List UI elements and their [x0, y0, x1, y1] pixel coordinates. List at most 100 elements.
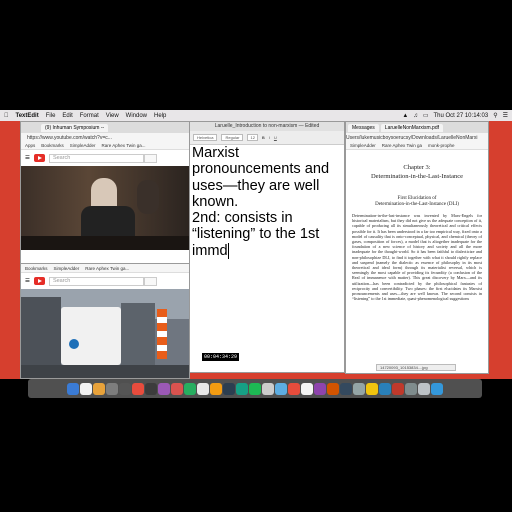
timecode-overlay: 00:04:34:29: [202, 353, 240, 361]
font-family-select[interactable]: Helvetica: [193, 134, 218, 141]
dock-app-icon[interactable]: [288, 382, 300, 395]
youtube-logo-icon[interactable]: [33, 154, 45, 162]
doc-line: uses—they are well: [192, 177, 320, 194]
bookmark-bookmarks[interactable]: Bookmarks: [41, 143, 64, 148]
apple-icon[interactable]: : [4, 113, 9, 119]
notification-icon[interactable]: ☰: [503, 112, 508, 119]
dock-app-icon[interactable]: [327, 382, 339, 395]
dock-app-icon[interactable]: [67, 382, 79, 395]
wifi-icon[interactable]: ▲: [402, 113, 408, 119]
menu-clock[interactable]: Thu Oct 27 10:14:03: [434, 113, 489, 119]
video-player[interactable]: [21, 166, 189, 250]
doc-line: “listening” to the 1st: [192, 226, 320, 243]
bookmark-aphex-3[interactable]: Rare Aphex Twin ga: [382, 143, 422, 148]
dock-app-icon[interactable]: [340, 382, 352, 395]
doc-line: 2nd: consists in: [192, 210, 293, 227]
youtube-header-bottom: ☰ Search: [21, 273, 189, 289]
pdf-page[interactable]: Chapter 3: Determination-in-the-Last-Ins…: [346, 164, 488, 301]
dock-app-icon[interactable]: [145, 382, 157, 395]
doc-line: Marxist: [192, 145, 240, 161]
section-heading: First Elucidation of: [397, 196, 437, 201]
menu-view[interactable]: View: [106, 113, 119, 119]
pdf-window: Messages LaruelleNonMarxism.pdf Users/lu…: [345, 121, 489, 374]
bookmark-aphex-2[interactable]: Rare Aphex Twin ga...: [85, 266, 129, 271]
textedit-window: Laruelle_Introduction to non-marxism — E…: [189, 121, 345, 373]
pdf-tab-bar: Messages LaruelleNonMarxism.pdf: [346, 122, 488, 133]
menu-app-name[interactable]: TextEdit: [16, 113, 39, 119]
dock-app-icon[interactable]: [119, 382, 131, 395]
document-body[interactable]: Marxist pronouncements and uses—they are…: [190, 145, 344, 260]
section-title: Determination-in-the-Last-Instance (DLI): [375, 202, 459, 207]
bookmark-monk[interactable]: monk-prophe: [428, 143, 455, 148]
search-button[interactable]: [143, 153, 157, 163]
dock-app-icon[interactable]: [275, 382, 287, 395]
font-style-select[interactable]: Regular: [221, 134, 244, 141]
format-toolbar: Helvetica Regular 12 B I U: [190, 131, 344, 145]
underline-button[interactable]: U: [274, 135, 277, 140]
dock-app-icon[interactable]: [405, 382, 417, 395]
chapter-number: Chapter 3:: [403, 164, 431, 171]
battery-icon[interactable]: ▭: [423, 112, 429, 119]
browser-window-top: (9) Inhuman Symposium -- https://www.you…: [20, 121, 190, 266]
bookmark-simpleadder-2[interactable]: SimpleAdder: [54, 266, 80, 271]
pdf-paragraph: Determination-in-the-last-instance was i…: [352, 213, 482, 302]
dock-app-icon[interactable]: [392, 382, 404, 395]
doc-line: immd: [192, 242, 229, 260]
download-bar-item[interactable]: 14720093_10153834....jpg: [376, 364, 456, 371]
dock-app-icon[interactable]: [171, 382, 183, 395]
search-button-bottom[interactable]: [143, 276, 157, 286]
tab-pdf[interactable]: LaruelleNonMarxism.pdf: [380, 123, 443, 132]
dock-app-icon[interactable]: [379, 382, 391, 395]
dock-app-icon[interactable]: [80, 382, 92, 395]
dock-app-icon[interactable]: [418, 382, 430, 395]
search-input-bottom[interactable]: Search: [48, 276, 144, 286]
dock-app-icon[interactable]: [158, 382, 170, 395]
url-bar[interactable]: https://www.youtube.com/watch?v=c...: [21, 133, 189, 142]
youtube-logo-icon[interactable]: [33, 277, 45, 285]
dock-app-icon[interactable]: [314, 382, 326, 395]
tab-bar: (9) Inhuman Symposium --: [21, 122, 189, 133]
bookmarks-bar-bottom: Bookmarks SimpleAdder Rare Aphex Twin ga…: [21, 264, 189, 273]
search-input[interactable]: Search: [48, 153, 144, 163]
browser-window-bottom: Bookmarks SimpleAdder Rare Aphex Twin ga…: [20, 263, 190, 379]
menu-file[interactable]: File: [46, 113, 56, 119]
bookmark-apps[interactable]: Apps: [25, 143, 35, 148]
dock-app-icon[interactable]: [236, 382, 248, 395]
dock-app-icon[interactable]: [197, 382, 209, 395]
video-player-bottom[interactable]: [21, 289, 189, 378]
menu-format[interactable]: Format: [80, 113, 99, 119]
youtube-header: ☰ Search: [21, 150, 189, 166]
hamburger-icon[interactable]: ☰: [25, 155, 30, 161]
dock: [28, 379, 482, 398]
dock-app-icon[interactable]: [223, 382, 235, 395]
menu-bar:  TextEdit File Edit Format View Window …: [0, 110, 512, 121]
hamburger-icon[interactable]: ☰: [25, 278, 30, 284]
tab-messages[interactable]: Messages: [348, 123, 379, 132]
pdf-path-bar[interactable]: Users/lukemusicboysoerucsy/Downloads/Lar…: [346, 133, 488, 142]
menu-help[interactable]: Help: [154, 113, 166, 119]
dock-app-icon[interactable]: [366, 382, 378, 395]
bookmark-simpleadder-3[interactable]: SimpleAdder: [350, 143, 376, 148]
dock-app-icon[interactable]: [184, 382, 196, 395]
menu-window[interactable]: Window: [126, 113, 147, 119]
dock-app-icon[interactable]: [262, 382, 274, 395]
search-icon[interactable]: ⚲: [493, 112, 497, 119]
dock-app-icon[interactable]: [106, 382, 118, 395]
tab-youtube[interactable]: (9) Inhuman Symposium --: [41, 123, 109, 132]
dock-app-icon[interactable]: [210, 382, 222, 395]
dock-app-icon[interactable]: [249, 382, 261, 395]
dock-app-icon[interactable]: [301, 382, 313, 395]
bookmark-simpleadder[interactable]: SimpleAdder: [70, 143, 96, 148]
dock-app-icon[interactable]: [431, 382, 443, 395]
bold-button[interactable]: B: [262, 135, 265, 140]
dock-app-icon[interactable]: [353, 382, 365, 395]
dock-app-icon[interactable]: [132, 382, 144, 395]
italic-button[interactable]: I: [269, 135, 270, 140]
dock-app-icon[interactable]: [93, 382, 105, 395]
bookmark-aphex[interactable]: Rare Aphex Twin ga...: [102, 143, 146, 148]
doc-line: known.: [192, 193, 239, 210]
bookmark-bookmarks-2[interactable]: Bookmarks: [25, 266, 48, 271]
font-size-select[interactable]: 12: [247, 134, 258, 141]
menu-edit[interactable]: Edit: [62, 113, 72, 119]
volume-icon[interactable]: ♫: [413, 113, 418, 119]
